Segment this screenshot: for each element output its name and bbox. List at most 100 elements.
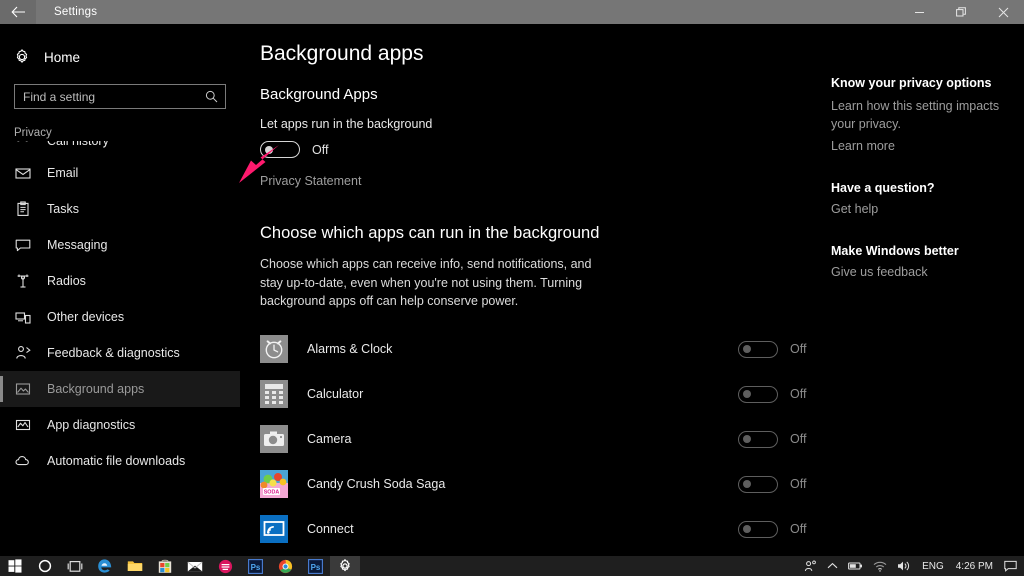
table-row[interactable]: Calculator Off: [260, 372, 824, 417]
chrome-browser-button[interactable]: [270, 556, 300, 576]
sidebar-item-messaging[interactable]: Messaging: [0, 227, 240, 263]
table-row[interactable]: Connect Off: [260, 507, 824, 552]
section-title: Background Apps: [260, 86, 378, 103]
notification-center-button[interactable]: [999, 556, 1022, 576]
app-toggle-state: Off: [790, 387, 807, 401]
sidebar-item-email[interactable]: Email: [0, 155, 240, 191]
window-title: Settings: [54, 6, 98, 18]
settings-window: Settings Home Find a setting Privacy Cal…: [0, 0, 1024, 576]
search-input[interactable]: [15, 89, 205, 104]
notification-icon: [1004, 560, 1017, 572]
cortana-search-button[interactable]: [30, 556, 60, 576]
title-bar: Settings: [0, 0, 1024, 24]
photoshop-1-button[interactable]: Ps: [240, 556, 270, 576]
table-row[interactable]: Alarms & Clock Off: [260, 327, 824, 372]
home-label: Home: [44, 49, 81, 65]
info-text: Learn how this setting impacts your priv…: [831, 99, 1000, 132]
main-content: Background apps Background Apps Let apps…: [240, 24, 824, 576]
table-row[interactable]: SODA Candy Crush Soda Saga Off: [260, 462, 824, 507]
language-indicator[interactable]: ENG: [916, 561, 950, 572]
restore-button[interactable]: [940, 0, 982, 24]
learn-more-link[interactable]: Learn more: [831, 139, 1010, 153]
wifi-button[interactable]: [868, 556, 892, 576]
candy-crush-icon: SODA: [260, 470, 288, 498]
gear-icon: [340, 559, 350, 572]
master-toggle-state: Off: [312, 142, 329, 157]
back-button[interactable]: [0, 0, 36, 24]
microsoft-store-button[interactable]: [150, 556, 180, 576]
devices-icon: [14, 309, 31, 325]
sidebar-item-app-diagnostics[interactable]: App diagnostics: [0, 407, 240, 443]
description-text: Choose which apps can receive info, send…: [260, 257, 592, 308]
clipboard-icon: [14, 201, 31, 217]
app-toggle[interactable]: [738, 340, 778, 358]
app-toggle-state: Off: [790, 342, 807, 356]
clock[interactable]: 4:26 PM: [950, 561, 999, 572]
sidebar-item-label: Feedback & diagnostics: [47, 346, 180, 360]
volume-button[interactable]: [892, 556, 916, 576]
sidebar-item-home[interactable]: Home: [0, 40, 240, 74]
show-hidden-icons-button[interactable]: [822, 556, 843, 576]
store-icon: [158, 559, 172, 573]
sidebar-item-label: Email: [47, 166, 79, 180]
sidebar-item-call-history[interactable]: Call history: [0, 141, 240, 155]
sidebar-group-label: Privacy: [14, 127, 52, 139]
edge-icon: [98, 559, 112, 573]
photoshop-2-button[interactable]: Ps: [300, 556, 330, 576]
minimize-button[interactable]: [898, 0, 940, 24]
settings-app-button[interactable]: [330, 556, 360, 576]
task-view-button[interactable]: [60, 556, 90, 576]
app-name: Connect: [307, 522, 354, 536]
photoshop-icon: Ps: [307, 558, 323, 574]
mail-app-button[interactable]: [180, 556, 210, 576]
circle-icon: [38, 559, 52, 573]
chat-bubble-icon: [14, 237, 31, 253]
related-settings-panel: Know your privacy options Learn how this…: [824, 24, 1024, 576]
people-button[interactable]: [799, 556, 822, 576]
app-pink-button[interactable]: [210, 556, 240, 576]
pink-circle-icon: [218, 559, 232, 573]
search-box[interactable]: [14, 84, 226, 109]
search-icon: [205, 90, 225, 103]
toggle-knob: [742, 345, 751, 353]
sidebar-nav: Call history Email Tasks Messaging Radio…: [0, 141, 240, 479]
get-help-link[interactable]: Get help: [831, 202, 1010, 216]
battery-button[interactable]: [843, 556, 868, 576]
toggle-knob: [742, 390, 751, 398]
sidebar-item-feedback-diagnostics[interactable]: Feedback & diagnostics: [0, 335, 240, 371]
app-name: Camera: [307, 432, 352, 446]
windows-logo-icon: [8, 559, 22, 573]
svg-text:Ps: Ps: [310, 563, 320, 572]
calculator-icon: [260, 380, 288, 408]
start-button[interactable]: [0, 556, 30, 576]
close-button[interactable]: [982, 0, 1024, 24]
toggle-knob: [742, 435, 751, 443]
page-title: Background apps: [260, 42, 424, 65]
app-toggle[interactable]: [738, 475, 778, 493]
app-toggle[interactable]: [738, 430, 778, 448]
file-explorer-button[interactable]: [120, 556, 150, 576]
svg-text:SODA: SODA: [264, 490, 280, 496]
give-feedback-link[interactable]: Give us feedback: [831, 265, 1010, 279]
app-name: Alarms & Clock: [307, 342, 393, 356]
call-history-icon: [14, 141, 31, 149]
sidebar-item-background-apps[interactable]: Background apps: [0, 371, 240, 407]
edge-browser-button[interactable]: [90, 556, 120, 576]
antenna-icon: [14, 273, 31, 289]
sidebar-item-automatic-file-downloads[interactable]: Automatic file downloads: [0, 443, 240, 479]
battery-icon: [848, 562, 863, 570]
sidebar-item-radios[interactable]: Radios: [0, 263, 240, 299]
app-name: Candy Crush Soda Saga: [307, 477, 446, 491]
sidebar-item-label: Call history: [47, 141, 109, 148]
gear-icon: [16, 49, 28, 63]
app-toggle[interactable]: [738, 385, 778, 403]
info-block-question: Have a question? Get help: [831, 181, 1010, 216]
privacy-statement-link[interactable]: Privacy Statement: [260, 174, 361, 188]
info-block-privacy: Know your privacy options Learn how this…: [831, 76, 1010, 153]
app-toggle[interactable]: [738, 520, 778, 538]
table-row[interactable]: Camera Off: [260, 417, 824, 462]
taskbar: Ps Ps ENG 4:26 PM: [0, 556, 1024, 576]
sidebar-item-tasks[interactable]: Tasks: [0, 191, 240, 227]
sidebar-item-other-devices[interactable]: Other devices: [0, 299, 240, 335]
master-toggle[interactable]: [260, 141, 300, 158]
